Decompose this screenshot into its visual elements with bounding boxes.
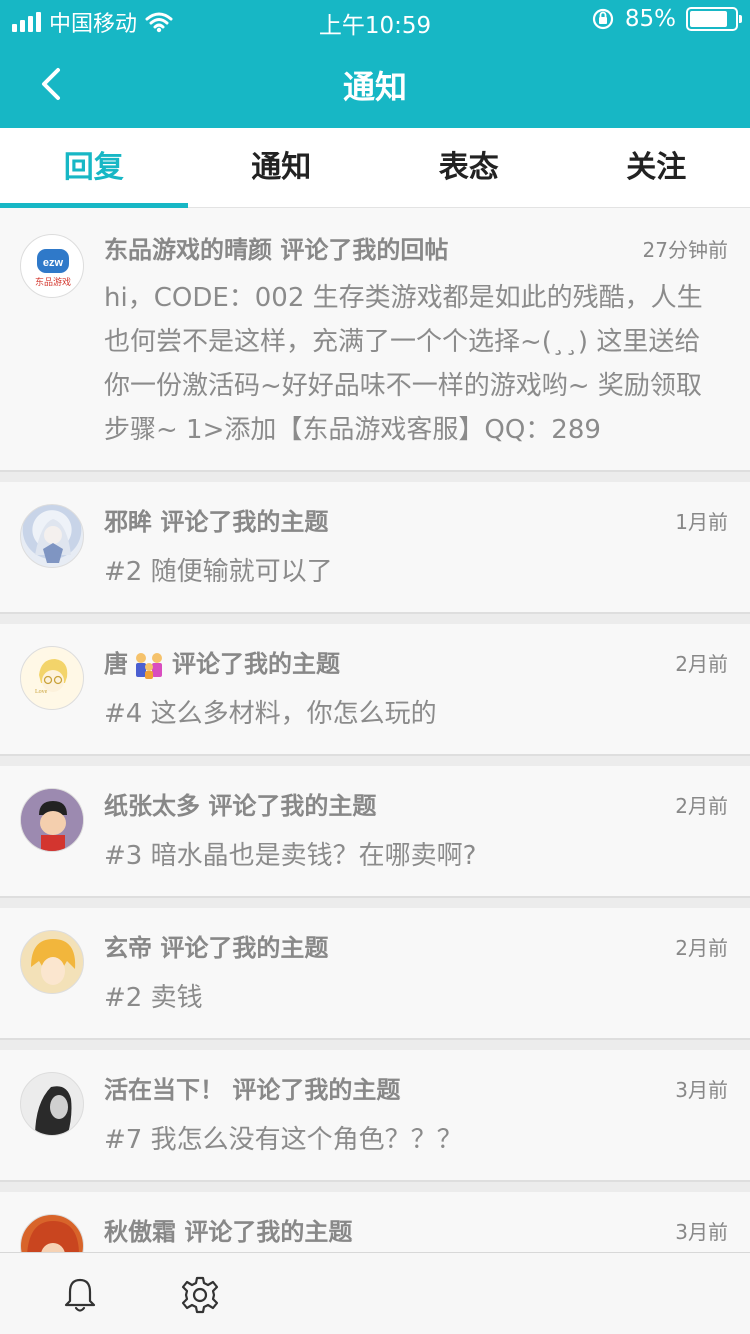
notification-headline: 邪眸 评论了我的主题: [104, 508, 329, 536]
notification-time: 27分钟前: [642, 238, 728, 262]
list-item[interactable]: 纸张太多 评论了我的主题 2月前 #3 暗水晶也是卖钱？在哪卖啊?: [0, 766, 750, 898]
bell-icon[interactable]: [60, 1275, 100, 1315]
notification-author: 唐: [104, 650, 128, 678]
family-emoji-icon: [136, 653, 162, 679]
anime-character-icon: [31, 939, 76, 985]
list-item[interactable]: ezw 东品游戏 东品游戏的晴颜 评论了我的回帖 27分钟前 hi，CODE：0…: [0, 208, 750, 472]
notification-body: #2 卖钱: [104, 983, 203, 1013]
notification-time: 1月前: [675, 510, 728, 534]
brand-logo-icon: ezw 东品游戏: [35, 249, 71, 288]
svg-text:ezw: ezw: [43, 257, 64, 269]
red-hair-character-icon: [27, 1221, 79, 1252]
notification-body: #3 暗水晶也是卖钱？在哪卖啊?: [104, 841, 477, 871]
status-right: 85%: [591, 6, 742, 32]
notification-headline: 唐 评论了我的主题: [104, 644, 340, 679]
tab-notice[interactable]: 通知: [188, 128, 376, 207]
avatar[interactable]: [20, 930, 84, 994]
page-title: 通知: [342, 68, 407, 106]
character-art-icon: [35, 519, 71, 563]
cartoon-boy-icon: [21, 789, 83, 851]
portrait-photo-icon: [35, 1086, 72, 1135]
tab-reply[interactable]: 回复: [0, 128, 188, 208]
svg-text:东品游戏: 东品游戏: [35, 276, 71, 288]
avatar[interactable]: [20, 1072, 84, 1136]
notification-headline: 秋傲霜 评论了我的主题: [104, 1218, 353, 1246]
notification-time: 3月前: [675, 1078, 728, 1102]
tab-follow[interactable]: 关注: [563, 128, 750, 207]
rotation-lock-icon: [592, 8, 613, 30]
avatar[interactable]: Love: [20, 646, 84, 710]
notification-headline: 纸张太多 评论了我的主题: [104, 792, 377, 820]
tab-bar: 回复 通知 表态 关注: [0, 128, 750, 208]
notification-headline: 玄帝 评论了我的主题: [104, 934, 329, 962]
notification-body: #4 这么多材料，你怎么玩的: [104, 699, 437, 729]
avatar[interactable]: [20, 504, 84, 568]
list-item[interactable]: 邪眸 评论了我的主题 1月前 #2 随便输就可以了: [0, 482, 750, 614]
tab-reaction[interactable]: 表态: [375, 128, 563, 207]
battery-icon: [686, 7, 742, 31]
avatar[interactable]: [20, 1214, 84, 1252]
avatar[interactable]: ezw 东品游戏: [20, 234, 84, 298]
svg-text:Love: Love: [35, 689, 48, 695]
bottom-toolbar: [0, 1252, 750, 1334]
avatar[interactable]: [20, 788, 84, 852]
nav-bar: 通知: [0, 40, 750, 128]
notification-list: ezw 东品游戏 东品游戏的晴颜 评论了我的回帖 27分钟前 hi，CODE：0…: [0, 208, 750, 1252]
notification-headline: 东品游戏的晴颜 评论了我的回帖: [104, 236, 449, 264]
notification-time: 2月前: [675, 652, 728, 676]
list-item[interactable]: 秋傲霜 评论了我的主题 3月前: [0, 1192, 750, 1252]
notification-action: 评论了我的主题: [172, 650, 340, 678]
list-item[interactable]: Love 唐 评论了我的主题 2月前 #4 这么多材料，你怎么玩的: [0, 624, 750, 756]
notification-body: #7 我怎么没有这个角色？？？: [104, 1125, 463, 1155]
gear-icon[interactable]: [180, 1275, 220, 1315]
notification-time: 2月前: [675, 936, 728, 960]
cartoon-face-icon: Love: [35, 659, 68, 695]
battery-fill: [690, 11, 728, 27]
notification-body: hi，CODE：002 生存类游戏都是如此的残酷，人生也何尝不是这样，充满了一个…: [104, 283, 703, 445]
notification-body: #2 随便输就可以了: [104, 557, 333, 587]
notification-time: 3月前: [675, 1220, 728, 1244]
notification-time: 2月前: [675, 794, 728, 818]
status-bar: 中国移动 上午10:59 85%: [0, 0, 750, 40]
battery-percent: 85%: [624, 6, 676, 32]
list-item[interactable]: 活在当下！ 评论了我的主题 3月前 #7 我怎么没有这个角色？？？: [0, 1050, 750, 1182]
notification-headline: 活在当下！ 评论了我的主题: [104, 1076, 401, 1104]
list-item[interactable]: 玄帝 评论了我的主题 2月前 #2 卖钱: [0, 908, 750, 1040]
